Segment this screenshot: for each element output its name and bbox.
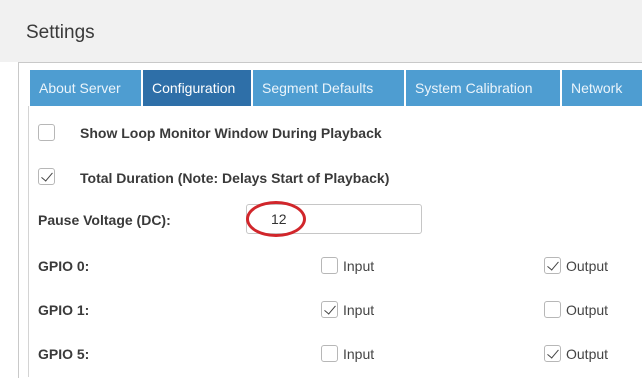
pause-voltage-input[interactable] (246, 204, 422, 234)
configuration-panel (28, 106, 642, 377)
gpio-1-output-label: Output (566, 302, 609, 318)
loop-monitor-checkbox[interactable] (38, 124, 55, 141)
gpio-5-input-label: Input (343, 346, 375, 362)
tab-system-calibration[interactable]: System Calibration (406, 70, 562, 106)
gpio-5-input-checkbox[interactable] (321, 345, 338, 362)
gpio-5-label: GPIO 5: (38, 346, 90, 362)
gpio-1-input-label: Input (343, 302, 375, 318)
pause-voltage-label: Pause Voltage (DC): (38, 212, 171, 228)
tab-configuration[interactable]: Configuration (143, 70, 253, 106)
checkmark-icon (547, 258, 559, 271)
gpio-1-input-checkbox[interactable] (321, 301, 338, 318)
checkmark-icon (547, 346, 559, 359)
checkmark-icon (41, 169, 53, 182)
tab-about-server[interactable]: About Server (30, 70, 143, 106)
loop-monitor-label: Show Loop Monitor Window During Playback (80, 125, 382, 141)
gpio-0-output-label: Output (566, 258, 609, 274)
total-duration-label: Total Duration (Note: Delays Start of Pl… (80, 170, 390, 186)
window-title: Settings (26, 22, 95, 43)
gpio-1-label: GPIO 1: (38, 302, 90, 318)
checkmark-icon (324, 302, 336, 315)
tab-bar: About Server Configuration Segment Defau… (30, 70, 642, 106)
gpio-0-input-label: Input (343, 258, 375, 274)
gpio-0-output-checkbox[interactable] (544, 257, 561, 274)
tab-segment-defaults[interactable]: Segment Defaults (253, 70, 406, 106)
total-duration-checkbox[interactable] (38, 168, 55, 185)
gpio-0-input-checkbox[interactable] (321, 257, 338, 274)
gpio-5-output-checkbox[interactable] (544, 345, 561, 362)
gpio-0-label: GPIO 0: (38, 258, 90, 274)
tab-network[interactable]: Network (562, 70, 642, 106)
gpio-1-output-checkbox[interactable] (544, 301, 561, 318)
settings-title-bar: Settings (0, 0, 642, 62)
gpio-5-output-label: Output (566, 346, 609, 362)
